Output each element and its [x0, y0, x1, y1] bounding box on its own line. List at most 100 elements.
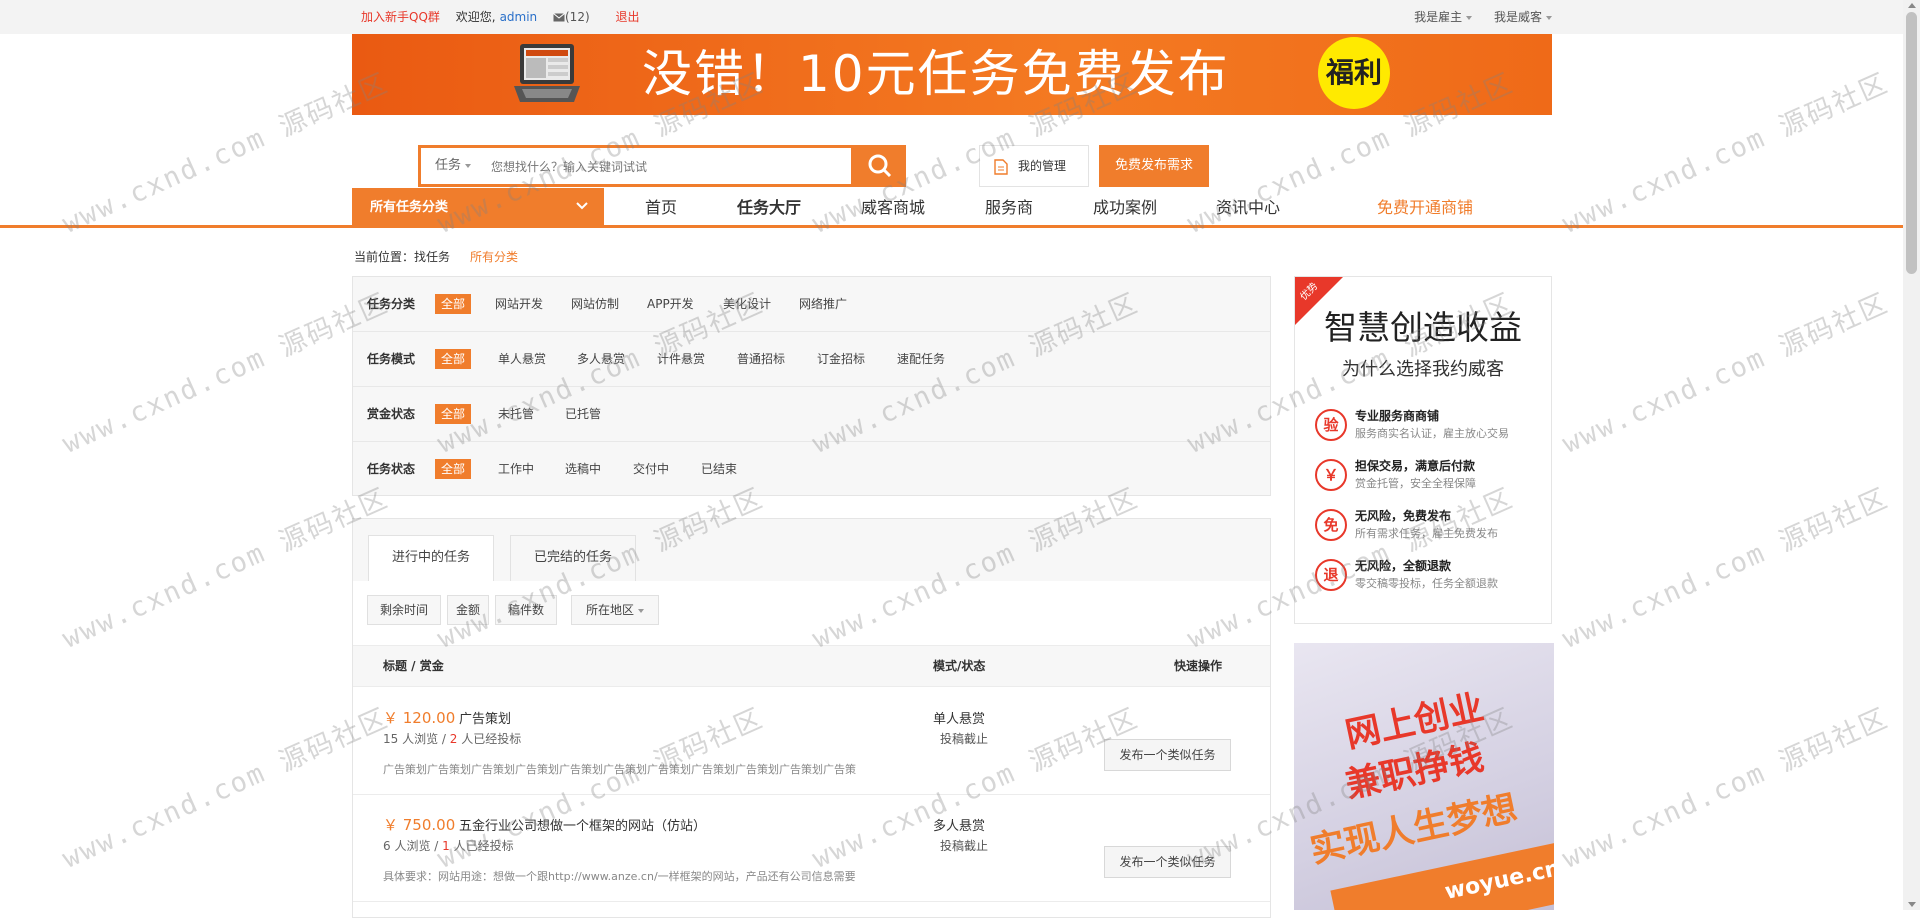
region-select[interactable]: 所在地区 — [571, 595, 659, 625]
chevron-down-icon — [1546, 15, 1552, 20]
filter-option[interactable]: 全部 — [435, 459, 472, 479]
free-icon: 免 — [1315, 509, 1347, 541]
filter-option[interactable]: 速配任务 — [891, 349, 951, 369]
tab-finished[interactable]: 已完结的任务 — [510, 535, 636, 581]
task-title-link[interactable]: 广告策划 — [459, 708, 511, 727]
verify-icon: 验 — [1315, 409, 1347, 441]
task-description: 广告策划广告策划广告策划广告策划广告策划广告策划广告策划广告策划广告策划广告策划… — [383, 763, 856, 776]
logout-link[interactable]: 退出 — [615, 10, 639, 24]
breadcrumb-all-link[interactable]: 所有分类 — [470, 250, 518, 264]
watermark: www.cxnd.com 源码社区 — [57, 482, 394, 655]
task-title-link[interactable]: 五金行业公司想做一个框架的网站（仿站） — [459, 815, 706, 834]
filter-row-mode: 任务模式 全部 单人悬赏 多人悬赏 计件悬赏 普通招标 订金招标 速配任务 — [353, 332, 1270, 387]
filter-option[interactable]: 网站仿制 — [565, 294, 625, 314]
nav-open-shop[interactable]: 免费开通商铺 — [1377, 188, 1473, 225]
feature-item: 验 专业服务商商铺 服务商实名认证，雇主放心交易 — [1315, 407, 1545, 447]
task-price: ￥ 750.00 — [383, 816, 456, 834]
scrollbar-thumb[interactable] — [1906, 12, 1917, 274]
filter-panel: 任务分类 全部 网站开发 网站仿制 APP开发 美化设计 网络推广 任务模式 全… — [352, 276, 1271, 496]
ad-subtitle: 为什么选择我约威客 — [1342, 359, 1504, 380]
filter-option[interactable]: 全部 — [435, 404, 472, 424]
filter-option[interactable]: 已托管 — [559, 404, 607, 424]
publish-similar-button[interactable]: 发布一个类似任务 — [1104, 846, 1231, 878]
filter-option[interactable]: 全部 — [435, 349, 472, 369]
search-input[interactable] — [489, 155, 843, 179]
watermark: www.cxnd.com 源码社区 — [57, 702, 394, 875]
filter-option[interactable]: 选稿中 — [559, 459, 607, 479]
freelancer-menu[interactable]: 我是威客 — [1494, 10, 1552, 24]
sort-time-button[interactable]: 剩余时间 — [367, 595, 441, 625]
username-link[interactable]: admin — [500, 10, 538, 24]
filter-option[interactable]: 单人悬赏 — [492, 349, 552, 369]
search-button[interactable] — [854, 145, 906, 187]
scroll-down-icon[interactable] — [1908, 902, 1916, 907]
task-status: 投稿截止 — [940, 839, 989, 853]
promo-banner[interactable]: 没错！10元任务免费发布 福利 — [352, 34, 1552, 115]
employer-label: 我是雇主 — [1414, 10, 1463, 24]
filter-option[interactable]: 交付中 — [627, 459, 675, 479]
task-tabs: 进行中的任务 已完结的任务 — [353, 519, 1270, 582]
breadcrumb-current: 当前位置：找任务 — [354, 250, 451, 264]
sort-bids-button[interactable]: 稿件数 — [495, 595, 557, 625]
filter-option[interactable]: 计件悬赏 — [651, 349, 711, 369]
filter-option[interactable]: 未托管 — [492, 404, 540, 424]
all-categories-button[interactable]: 所有任务分类 — [352, 188, 604, 228]
join-qq-link[interactable]: 加入新手QQ群 — [361, 10, 440, 24]
filter-option[interactable]: 全部 — [435, 294, 472, 314]
chevron-down-icon — [1466, 15, 1473, 20]
filter-option[interactable]: 订金招标 — [811, 349, 871, 369]
nav-cases[interactable]: 成功案例 — [1093, 188, 1157, 225]
startup-ad[interactable]: 网上创业 兼职挣钱 实现人生梦想 woyue.cn — [1294, 643, 1554, 910]
filter-option[interactable]: 已结束 — [695, 459, 743, 479]
welfare-badge: 福利 — [1318, 37, 1390, 109]
publish-free-button[interactable]: 免费发布需求 — [1099, 145, 1209, 187]
feature-desc: 赏金托管，安全全程保障 — [1355, 477, 1476, 490]
filter-option[interactable]: 网络推广 — [793, 294, 853, 314]
filter-option[interactable]: 普通招标 — [731, 349, 791, 369]
feature-item: 免 无风险，免费发布 所有需求任务，雇主免费发布 — [1315, 507, 1545, 547]
search-box: 任务 — [418, 145, 854, 187]
scroll-up-icon[interactable] — [1908, 3, 1916, 8]
page-scrollbar[interactable] — [1903, 0, 1920, 910]
chevron-down-icon — [465, 163, 472, 168]
feature-item: 退 无风险，全额退款 零交稿零投标，任务全额退款 — [1315, 557, 1545, 597]
filter-row-bounty: 赏金状态 全部 未托管 已托管 — [353, 387, 1270, 442]
nav-mall[interactable]: 威客商城 — [861, 188, 925, 225]
col-mode: 模式/状态 — [933, 659, 986, 673]
feature-title: 无风险，全额退款 — [1355, 559, 1452, 573]
tab-ongoing[interactable]: 进行中的任务 — [368, 535, 494, 581]
nav-home[interactable]: 首页 — [645, 188, 677, 225]
filter-option[interactable]: APP开发 — [641, 294, 700, 314]
views-count: 15 — [383, 732, 399, 746]
publish-similar-button[interactable]: 发布一个类似任务 — [1104, 739, 1231, 771]
yen-icon: ￥ — [1315, 459, 1347, 491]
sort-amount-button[interactable]: 金额 — [447, 595, 489, 625]
col-action: 快速操作 — [1174, 659, 1223, 673]
nav-news[interactable]: 资讯中心 — [1216, 188, 1280, 225]
bids-count: 2 — [449, 732, 458, 746]
filter-option[interactable]: 美化设计 — [717, 294, 777, 314]
ad-title: 智慧创造收益 — [1324, 308, 1522, 347]
filter-option[interactable]: 工作中 — [492, 459, 540, 479]
nav-task-hall[interactable]: 任务大厅 — [737, 188, 801, 225]
breadcrumb: 当前位置：找任务 所有分类 — [354, 248, 518, 265]
messages-link[interactable]: (12) — [553, 10, 605, 24]
employer-menu[interactable]: 我是雇主 — [1414, 10, 1473, 24]
col-title: 标题 / 赏金 — [383, 659, 444, 673]
chevron-down-icon — [576, 202, 588, 210]
views-count: 6 — [383, 839, 391, 853]
advantage-ad[interactable]: 优势 智慧创造收益 为什么选择我约威客 验 专业服务商商铺 服务商实名认证，雇主… — [1294, 276, 1552, 624]
feature-desc: 零交稿零投标，任务全额退款 — [1355, 577, 1498, 590]
my-manage-label: 我的管理 — [1018, 159, 1067, 173]
filter-option[interactable]: 多人悬赏 — [571, 349, 631, 369]
nav-providers[interactable]: 服务商 — [985, 188, 1033, 225]
my-manage-button[interactable]: 我的管理 — [979, 145, 1089, 187]
freelancer-label: 我是威客 — [1493, 10, 1542, 24]
search-type-select[interactable]: 任务 — [435, 148, 472, 184]
task-description: 具体要求：网站用途：想做一个跟http://www.anze.cn/一样框架的网… — [383, 870, 856, 883]
filter-row-status: 任务状态 全部 工作中 选稿中 交付中 已结束 — [353, 442, 1270, 497]
filter-label: 赏金状态 — [367, 407, 416, 421]
feature-item: ￥ 担保交易，满意后付款 赏金托管，安全全程保障 — [1315, 457, 1545, 497]
filter-option[interactable]: 网站开发 — [489, 294, 549, 314]
views-label: 人浏览 / — [402, 732, 446, 746]
